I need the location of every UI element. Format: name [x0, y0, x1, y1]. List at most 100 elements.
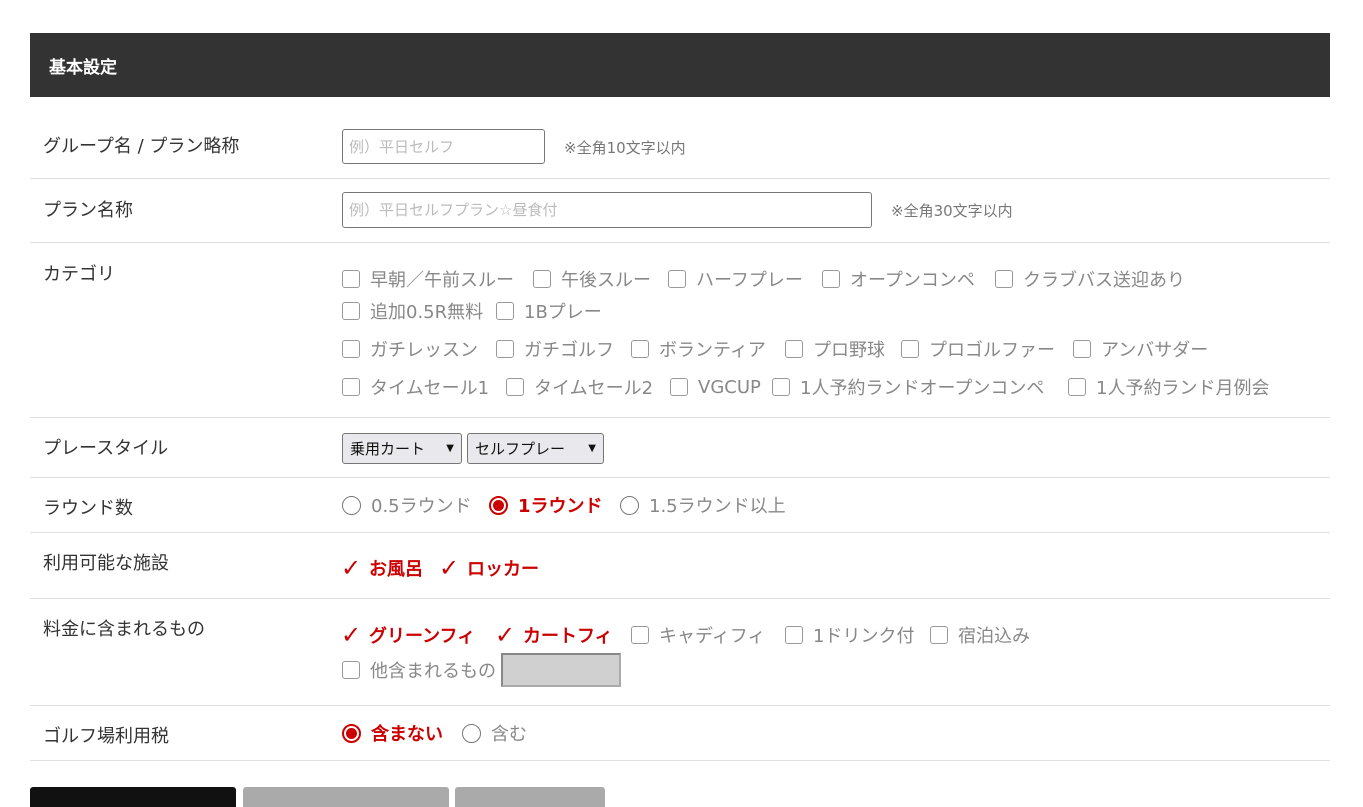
category-option-solo-open-compe[interactable]: 1人予約ランドオープンコンペ	[772, 375, 1044, 399]
cart-select-value: 乗用カート	[350, 440, 426, 458]
included-option-one-drink[interactable]: 1ドリンク付	[785, 623, 914, 647]
category-option-club-bus[interactable]: クラブバス送迎あり	[995, 267, 1185, 291]
golf-tax-radio[interactable]	[462, 723, 481, 743]
included-option-other[interactable]: 他含まれるもの	[342, 652, 621, 688]
included-label: 料金に含まれるもの	[43, 619, 205, 640]
category-option-label: オープンコンペ	[850, 270, 975, 291]
included-option-cart-fee[interactable]: ✓ カートフィ	[495, 623, 613, 647]
included-other-input[interactable]	[501, 653, 621, 687]
category-option-label: ガチゴルフ	[524, 340, 614, 361]
chevron-down-icon: ▼	[588, 443, 596, 454]
category-option-1b-play[interactable]: 1Bプレー	[496, 299, 602, 323]
included-row: 料金に含まれるもの ✓ グリーンフィ ✓ カートフィ キャディフィ 1ドリンク付…	[30, 599, 1330, 706]
rounds-row: ラウンド数 0.5ラウンド 1ラウンド 1.5ラウンド以上	[30, 478, 1330, 533]
tertiary-button[interactable]	[455, 787, 605, 807]
radio-dot-icon	[346, 727, 357, 739]
category-checkbox[interactable]	[342, 378, 360, 396]
category-option-afternoon-thru[interactable]: 午後スルー	[533, 267, 651, 291]
category-checkbox[interactable]	[668, 270, 686, 288]
category-option-label: 1Bプレー	[524, 302, 602, 323]
category-checkbox[interactable]	[631, 340, 649, 358]
facility-option-bath[interactable]: ✓ お風呂	[341, 556, 423, 580]
category-option-pro-baseball[interactable]: プロ野球	[785, 337, 885, 361]
category-option-vgcup[interactable]: VGCUP	[670, 375, 761, 399]
checkmark-icon[interactable]: ✓	[495, 623, 515, 647]
category-option-label: 1人予約ランド月例会	[1096, 378, 1270, 399]
category-option-gachi-golf[interactable]: ガチゴルフ	[496, 337, 614, 361]
category-checkbox[interactable]	[342, 270, 360, 288]
category-option-early-thru[interactable]: 早朝／午前スルー	[342, 267, 514, 291]
golf-tax-label: ゴルフ場利用税	[43, 726, 169, 747]
checkmark-icon[interactable]: ✓	[341, 623, 361, 647]
category-option-extra-half-round[interactable]: 追加0.5R無料	[342, 299, 483, 323]
category-option-gachi-lesson[interactable]: ガチレッスン	[342, 337, 478, 361]
group-name-input[interactable]	[342, 129, 545, 164]
included-checkbox[interactable]	[785, 626, 803, 644]
round-radio-selected[interactable]	[489, 495, 508, 515]
included-checkbox[interactable]	[930, 626, 948, 644]
category-option-label: ボランティア	[659, 340, 766, 361]
round-option-one-half-plus[interactable]: 1.5ラウンド以上	[620, 493, 786, 517]
section-header: 基本設定	[30, 33, 1330, 97]
category-option-time-sale-1[interactable]: タイムセール1	[342, 375, 489, 399]
category-checkbox[interactable]	[342, 340, 360, 358]
category-checkbox[interactable]	[342, 302, 360, 320]
golf-tax-option-label: 含む	[491, 724, 527, 745]
facility-option-locker[interactable]: ✓ ロッカー	[439, 556, 539, 580]
category-checkbox[interactable]	[772, 378, 790, 396]
included-checkbox[interactable]	[342, 661, 360, 679]
category-option-pro-golfer[interactable]: プロゴルファー	[901, 337, 1055, 361]
group-name-label: グループ名 / プラン略称	[43, 136, 240, 157]
category-option-volunteer[interactable]: ボランティア	[631, 337, 766, 361]
category-option-label: ハーフプレー	[696, 270, 803, 291]
round-radio[interactable]	[620, 495, 639, 515]
included-option-label: グリーンフィ	[369, 626, 476, 647]
included-option-label: 他含まれるもの	[370, 661, 496, 682]
included-checkbox[interactable]	[631, 626, 649, 644]
category-checkbox[interactable]	[995, 270, 1013, 288]
category-option-time-sale-2[interactable]: タイムセール2	[506, 375, 653, 399]
plan-name-label: プラン名称	[43, 200, 133, 221]
category-option-half-play[interactable]: ハーフプレー	[668, 267, 803, 291]
section-title: 基本設定	[49, 57, 117, 78]
plan-name-row: プラン名称 ※全角30文字以内	[30, 179, 1330, 243]
cart-select[interactable]: 乗用カート ▼	[342, 433, 462, 464]
play-type-select[interactable]: セルフプレー ▼	[467, 433, 604, 464]
round-radio[interactable]	[342, 495, 361, 515]
facility-option-label: お風呂	[369, 559, 423, 580]
included-option-label: 1ドリンク付	[813, 626, 915, 647]
group-name-row: グループ名 / プラン略称 ※全角10文字以内	[30, 97, 1330, 179]
category-checkbox[interactable]	[533, 270, 551, 288]
golf-tax-row: ゴルフ場利用税 含まない 含む	[30, 706, 1330, 761]
category-option-open-compe[interactable]: オープンコンペ	[822, 267, 975, 291]
category-checkbox[interactable]	[496, 340, 514, 358]
category-checkbox[interactable]	[1068, 378, 1086, 396]
round-option-one[interactable]: 1ラウンド	[489, 493, 603, 517]
category-option-solo-monthly[interactable]: 1人予約ランド月例会	[1068, 375, 1269, 399]
secondary-button[interactable]	[243, 787, 449, 807]
included-option-green-fee[interactable]: ✓ グリーンフィ	[341, 623, 476, 647]
category-checkbox[interactable]	[506, 378, 524, 396]
checkmark-icon[interactable]: ✓	[439, 556, 459, 580]
category-checkbox[interactable]	[670, 378, 688, 396]
category-option-ambassador[interactable]: アンバサダー	[1073, 337, 1208, 361]
category-option-label: 午後スルー	[561, 270, 651, 291]
primary-button[interactable]	[30, 787, 236, 807]
checkmark-icon[interactable]: ✓	[341, 556, 361, 580]
category-option-label: 1人予約ランドオープンコンペ	[800, 378, 1045, 399]
plan-name-input[interactable]	[342, 192, 872, 228]
category-checkbox[interactable]	[1073, 340, 1091, 358]
facilities-label: 利用可能な施設	[43, 553, 169, 574]
golf-tax-radio-selected[interactable]	[342, 723, 361, 743]
included-option-caddie-fee[interactable]: キャディフィ	[631, 623, 765, 647]
category-checkbox[interactable]	[822, 270, 840, 288]
category-checkbox[interactable]	[496, 302, 514, 320]
golf-tax-option-excluded[interactable]: 含まない	[342, 721, 443, 745]
category-checkbox[interactable]	[785, 340, 803, 358]
category-checkbox[interactable]	[901, 340, 919, 358]
included-option-lodging[interactable]: 宿泊込み	[930, 623, 1030, 647]
category-option-label: 早朝／午前スルー	[370, 270, 514, 291]
round-option-half[interactable]: 0.5ラウンド	[342, 493, 472, 517]
golf-tax-option-included[interactable]: 含む	[462, 721, 527, 745]
group-name-hint: ※全角10文字以内	[564, 139, 686, 157]
